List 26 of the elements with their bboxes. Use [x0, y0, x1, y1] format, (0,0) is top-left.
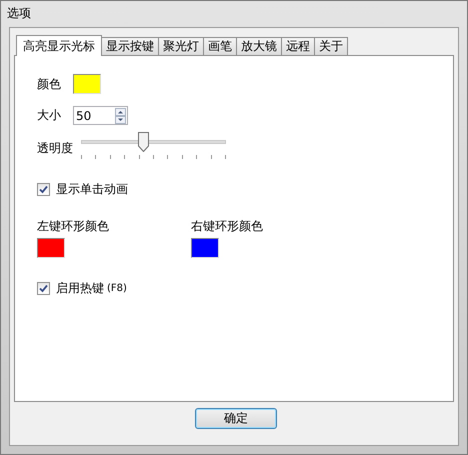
tab[interactable]: 聚光灯 [158, 37, 204, 55]
ring-color-label: 左键环形颜色 [37, 218, 110, 235]
color-swatch[interactable] [191, 238, 219, 258]
ok-button[interactable]: 确定 [195, 408, 277, 429]
spin-down-icon[interactable] [115, 116, 126, 124]
tab[interactable]: 高亮显示光标 [16, 35, 102, 56]
color-swatch[interactable] [73, 74, 101, 94]
color-label: 颜色 [37, 76, 62, 92]
checkbox[interactable] [37, 183, 50, 196]
tab[interactable]: 放大镜 [236, 37, 282, 55]
checkbox-label: 显示单击动画 [56, 181, 128, 198]
checkbox[interactable] [37, 282, 50, 295]
tab[interactable]: 显示按键 [101, 37, 159, 55]
size-label: 大小 [37, 107, 62, 124]
checkbox-label: 启用热键 [56, 280, 104, 297]
ring-color-label: 右键环形颜色 [191, 218, 264, 235]
window-title: 选项 [7, 6, 31, 20]
opacity-label: 透明度 [37, 140, 73, 156]
spin-up-icon[interactable] [115, 108, 126, 116]
hotkey-hint: (F8) [107, 283, 127, 294]
opacity-slider[interactable] [81, 135, 226, 161]
tab[interactable]: 画笔 [203, 37, 237, 55]
slider-thumb[interactable] [138, 132, 150, 152]
color-swatch[interactable] [37, 238, 65, 258]
tab[interactable]: 远程 [281, 37, 315, 55]
tab[interactable]: 关于 [314, 37, 348, 55]
